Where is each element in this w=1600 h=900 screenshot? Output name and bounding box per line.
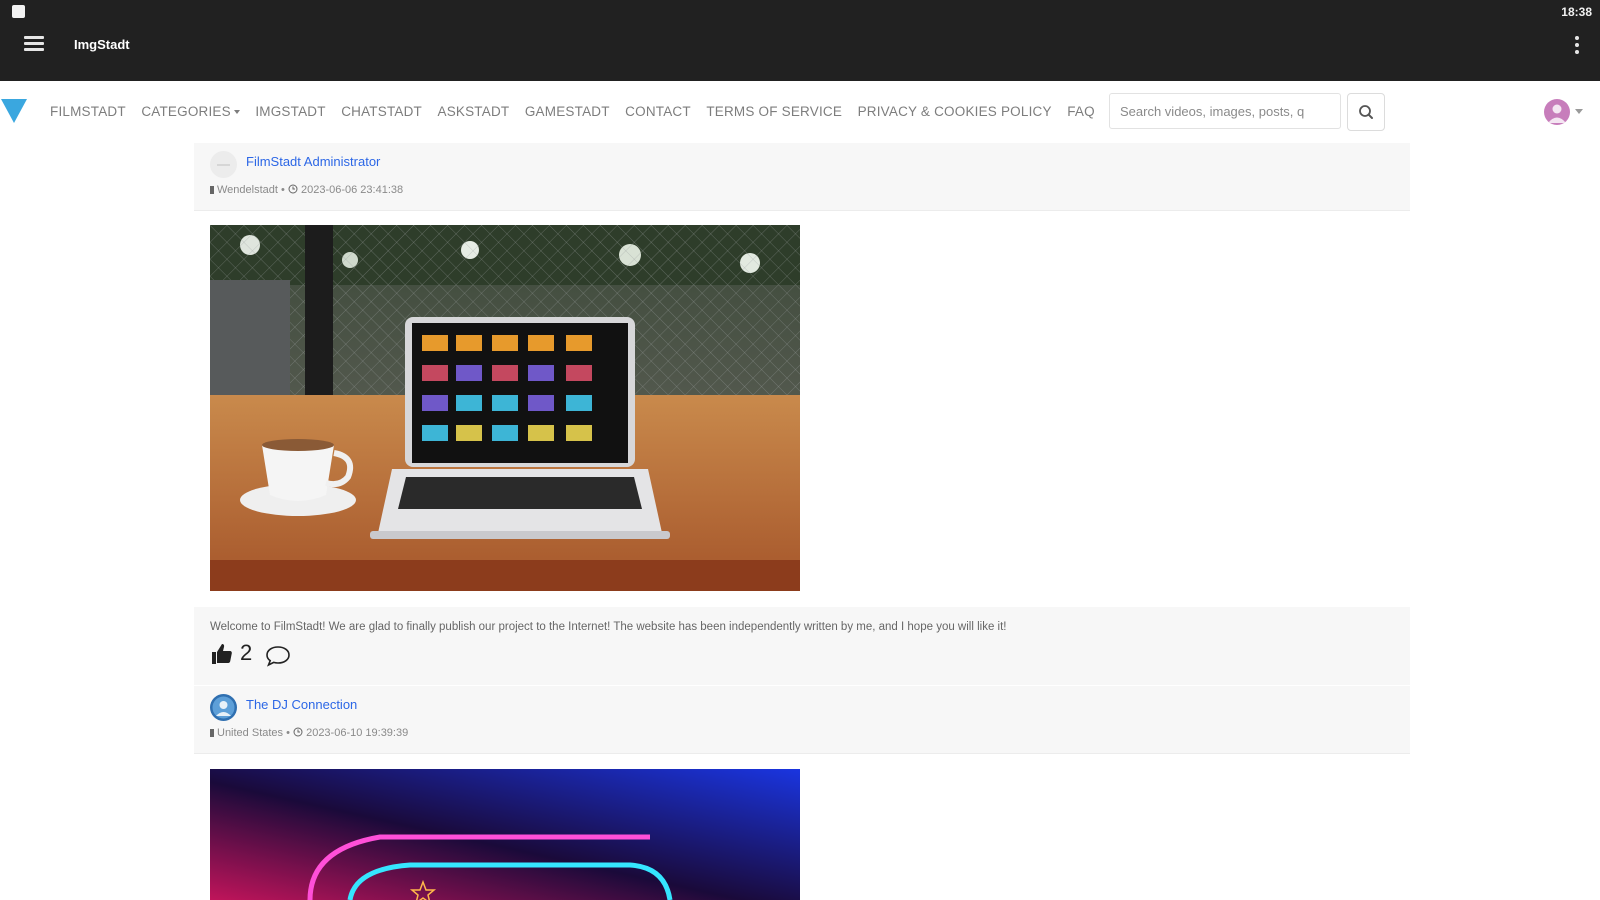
site-logo[interactable] bbox=[1, 99, 27, 123]
post-location: United States bbox=[217, 727, 284, 739]
location-pin-icon bbox=[210, 186, 214, 194]
post-footer: Welcome to FilmStadt! We are glad to fin… bbox=[194, 607, 1410, 685]
post-timestamp: 2023-06-06 23:41:38 bbox=[300, 184, 404, 196]
search-button[interactable] bbox=[1347, 93, 1385, 131]
nav-links: FILMSTADT CATEGORIES IMGSTADT CHATSTADT … bbox=[50, 104, 1110, 119]
location-pin-icon bbox=[210, 729, 214, 737]
clock-icon bbox=[288, 184, 298, 194]
nav-link-gamestadt[interactable]: GAMESTADT bbox=[525, 104, 610, 119]
post-header: FilmStadt Administrator Wendelstadt • 20… bbox=[194, 143, 1410, 211]
meta-separator: • bbox=[277, 184, 288, 196]
post-meta: Wendelstadt • 2023-06-06 23:41:38 bbox=[210, 184, 403, 196]
thumbs-up-icon[interactable] bbox=[210, 642, 234, 666]
nav-link-categories[interactable]: CATEGORIES bbox=[141, 104, 240, 119]
avatar[interactable] bbox=[210, 694, 237, 721]
comment-icon[interactable] bbox=[264, 644, 292, 668]
post-body bbox=[194, 754, 1410, 900]
caret-down-icon bbox=[233, 110, 240, 115]
nav-link-filmstadt[interactable]: FILMSTADT bbox=[50, 104, 126, 119]
more-vert-icon[interactable] bbox=[1574, 36, 1580, 56]
post-author-link[interactable]: The DJ Connection bbox=[246, 697, 357, 712]
nav-link-faq[interactable]: FAQ bbox=[1067, 104, 1095, 119]
nav-link-chatstadt[interactable]: CHATSTADT bbox=[341, 104, 422, 119]
like-count: 2 bbox=[240, 640, 253, 665]
user-avatar[interactable] bbox=[1544, 99, 1570, 125]
notification-icon bbox=[12, 5, 25, 18]
nav-link-terms[interactable]: TERMS OF SERVICE bbox=[706, 104, 842, 119]
post-text: Welcome to FilmStadt! We are glad to fin… bbox=[210, 621, 1007, 633]
nav-link-categories-label: CATEGORIES bbox=[141, 104, 231, 119]
post-image[interactable] bbox=[210, 769, 800, 900]
post-header: The DJ Connection United States • 2023-0… bbox=[194, 686, 1410, 754]
search-input[interactable] bbox=[1109, 93, 1341, 129]
meta-separator: • bbox=[283, 727, 294, 739]
nav-link-privacy[interactable]: PRIVACY & COOKIES POLICY bbox=[858, 104, 1052, 119]
clock-icon bbox=[293, 727, 303, 737]
post-timestamp: 2023-06-10 19:39:39 bbox=[306, 727, 409, 739]
nav-link-imgstadt[interactable]: IMGSTADT bbox=[255, 104, 325, 119]
post-image[interactable] bbox=[210, 225, 800, 591]
post-body bbox=[194, 211, 1410, 607]
nav-link-contact[interactable]: CONTACT bbox=[625, 104, 691, 119]
post-location: Wendelstadt bbox=[217, 184, 278, 196]
nav-link-askstadt[interactable]: ASKSTADT bbox=[437, 104, 509, 119]
user-icon bbox=[1548, 104, 1566, 123]
hamburger-menu-icon[interactable] bbox=[24, 36, 44, 54]
account-dropdown-caret-icon[interactable] bbox=[1575, 109, 1583, 114]
avatar[interactable] bbox=[210, 151, 237, 178]
search-icon bbox=[1359, 105, 1373, 119]
post-author-link[interactable]: FilmStadt Administrator bbox=[246, 154, 380, 169]
post-meta: United States • 2023-06-10 19:39:39 bbox=[210, 727, 408, 739]
app-title: ImgStadt bbox=[74, 37, 130, 52]
app-bar: 18:38 ImgStadt bbox=[0, 0, 1600, 81]
status-time: 18:38 bbox=[1561, 5, 1592, 19]
